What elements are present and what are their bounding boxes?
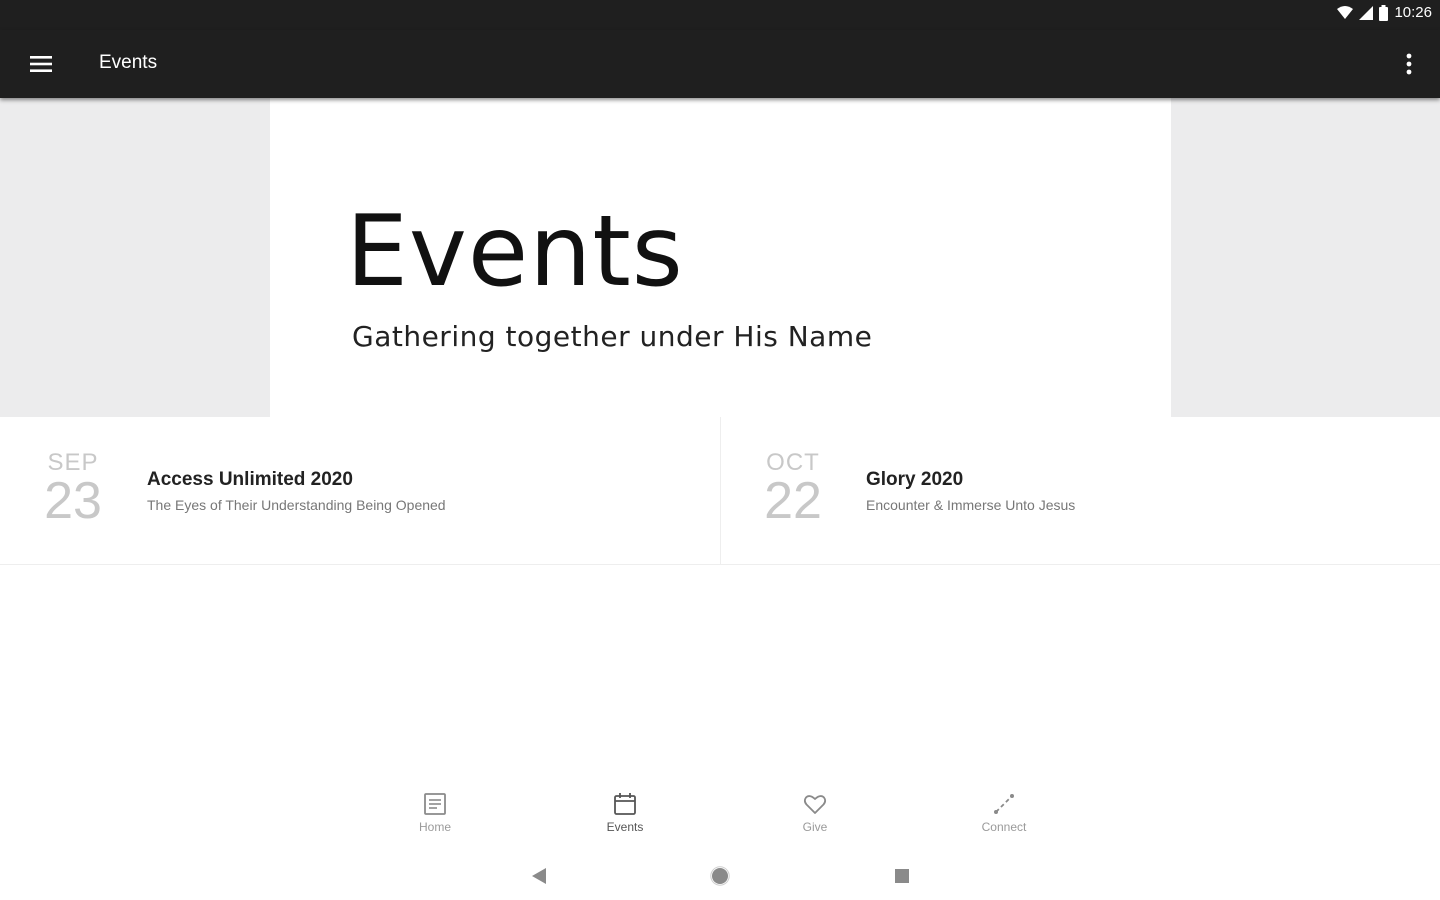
nav-give-label: Give — [802, 820, 828, 834]
event-day: 23 — [44, 472, 102, 530]
hero-title: Events — [346, 195, 684, 309]
hero-banner: Events Gathering together under His Name — [270, 98, 1171, 417]
menu-button[interactable] — [22, 50, 60, 78]
home-icon — [424, 793, 446, 815]
nav-home[interactable]: Home — [380, 792, 490, 844]
connect-icon — [994, 794, 1014, 814]
app-bar-title: Events — [99, 52, 158, 73]
wifi-icon — [1337, 5, 1354, 19]
battery-icon — [1379, 4, 1389, 21]
events-list: SEP 23 Access Unlimited 2020 The Eyes of… — [0, 417, 1440, 565]
calendar-icon — [614, 793, 636, 815]
overflow-menu-button[interactable] — [1396, 50, 1422, 78]
event-item-glory[interactable]: OCT 22 Glory 2020 Encounter & Immerse Un… — [721, 417, 1440, 565]
signal-icon — [1359, 5, 1374, 20]
event-item-access-unlimited[interactable]: SEP 23 Access Unlimited 2020 The Eyes of… — [0, 417, 721, 565]
bottom-navigation: Home Events Give Connect — [0, 780, 1440, 850]
status-bar: 10:26 — [0, 0, 1440, 30]
nav-events-label: Events — [606, 820, 644, 834]
nav-connect[interactable]: Connect — [949, 792, 1059, 844]
recents-icon — [895, 869, 909, 883]
back-icon — [532, 868, 546, 884]
system-home-button[interactable] — [708, 864, 732, 888]
system-recents-button[interactable] — [890, 864, 914, 888]
system-navigation-bar — [0, 850, 1440, 900]
system-back-button[interactable] — [527, 864, 551, 888]
event-description: Encounter & Immerse Unto Jesus — [866, 497, 1076, 513]
event-description: The Eyes of Their Understanding Being Op… — [147, 497, 446, 513]
event-day: 22 — [764, 472, 822, 530]
app-bar: Events — [0, 30, 1440, 98]
nav-connect-label: Connect — [981, 820, 1027, 834]
event-title: Access Unlimited 2020 — [147, 469, 353, 490]
status-icons: 10:26 — [1337, 4, 1432, 21]
hero-subtitle: Gathering together under His Name — [352, 320, 873, 353]
heart-icon — [803, 795, 827, 814]
status-time: 10:26 — [1394, 4, 1432, 21]
nav-events[interactable]: Events — [570, 792, 680, 844]
hamburger-menu-icon — [30, 56, 52, 72]
more-vertical-icon — [1406, 53, 1412, 75]
nav-home-label: Home — [418, 820, 451, 834]
home-circle-icon — [710, 866, 730, 886]
nav-give[interactable]: Give — [760, 792, 870, 844]
event-title: Glory 2020 — [866, 469, 964, 490]
